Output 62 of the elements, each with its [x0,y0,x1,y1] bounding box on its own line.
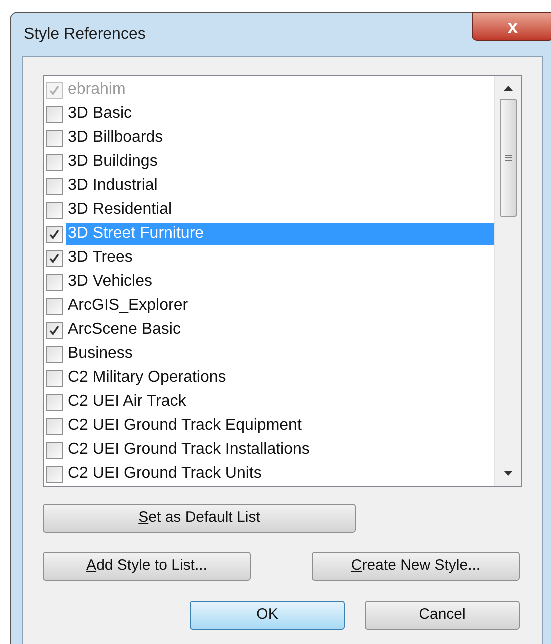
checkbox[interactable] [46,370,63,386]
style-list-item[interactable]: 3D Buildings [46,150,494,174]
style-list-item[interactable]: C2 UEI Ground Track Units [46,462,494,486]
style-list-item[interactable]: 3D Industrial [46,174,494,198]
style-name: 3D Billboards [67,128,164,148]
style-list-item[interactable]: 3D Vehicles [46,270,494,294]
checkmark-icon [49,228,60,240]
add-style-button[interactable]: Add Style to List... [43,552,251,581]
style-name: C2 UEI Air Track [67,392,188,412]
style-name: 3D Residential [67,200,174,220]
window-title: Style References [24,25,146,45]
style-list-item[interactable]: C2 UEI Ground Track Equipment [46,414,494,438]
checkbox[interactable] [46,226,63,242]
style-list-item[interactable]: 3D Residential [46,198,494,222]
style-name: 3D Vehicles [67,272,154,292]
style-list-item[interactable]: 3D Basic [46,102,494,126]
ok-button[interactable]: OK [190,601,345,630]
grip-icon [504,155,512,161]
set-default-button[interactable]: Set as Default List [43,504,356,533]
checkbox[interactable] [46,250,63,266]
style-name: C2 UEI Ground Track Installations [67,440,311,460]
checkmark-icon [49,84,60,96]
cancel-button[interactable]: Cancel [365,601,520,630]
checkbox[interactable] [46,106,63,122]
style-list-item[interactable]: ArcScene Basic [46,318,494,342]
checkbox[interactable] [46,418,63,434]
style-list-item[interactable]: C2 UEI Air Track [46,390,494,414]
style-list-item[interactable]: C2 UEI Ground Track Installations [46,438,494,462]
style-name: 3D Basic [67,104,134,124]
checkbox[interactable] [46,130,63,146]
style-name: C2 UEI Ground Track Equipment [67,416,303,436]
style-name: C2 UEI Ground Track Units [67,464,263,484]
checkbox[interactable] [46,346,63,362]
style-name: C2 Military Operations [67,368,228,388]
scroll-up-icon[interactable] [504,86,512,91]
style-name: ebrahim [67,80,127,100]
style-name: 3D Buildings [67,152,159,172]
style-list-item[interactable]: 3D Billboards [46,126,494,150]
style-name: 3D Industrial [67,176,159,196]
style-list-item[interactable]: ArcGIS_Explorer [46,294,494,318]
checkbox[interactable] [46,442,63,458]
checkbox[interactable] [46,466,63,482]
style-list-item[interactable]: C2 Military Operations [46,366,494,390]
checkbox[interactable] [46,394,63,410]
checkbox[interactable] [46,322,63,338]
checkbox[interactable] [46,298,63,314]
checkbox[interactable] [46,274,63,290]
scroll-thumb[interactable] [500,99,516,217]
style-name: 3D Trees [67,248,134,268]
style-name: ArcScene Basic [67,320,182,340]
style-name: ArcGIS_Explorer [67,296,190,316]
scroll-down-icon[interactable] [504,471,512,476]
style-name: Business [67,344,134,364]
style-list-item[interactable]: 3D Trees [46,246,494,270]
checkmark-icon [49,252,60,264]
checkbox[interactable] [46,178,63,194]
checkbox[interactable] [46,154,63,170]
checkbox[interactable] [46,202,63,218]
create-style-button[interactable]: Create New Style... [312,552,520,581]
checkmark-icon [49,324,60,336]
scrollbar[interactable] [494,76,521,486]
style-list-item[interactable]: Business [46,342,494,366]
